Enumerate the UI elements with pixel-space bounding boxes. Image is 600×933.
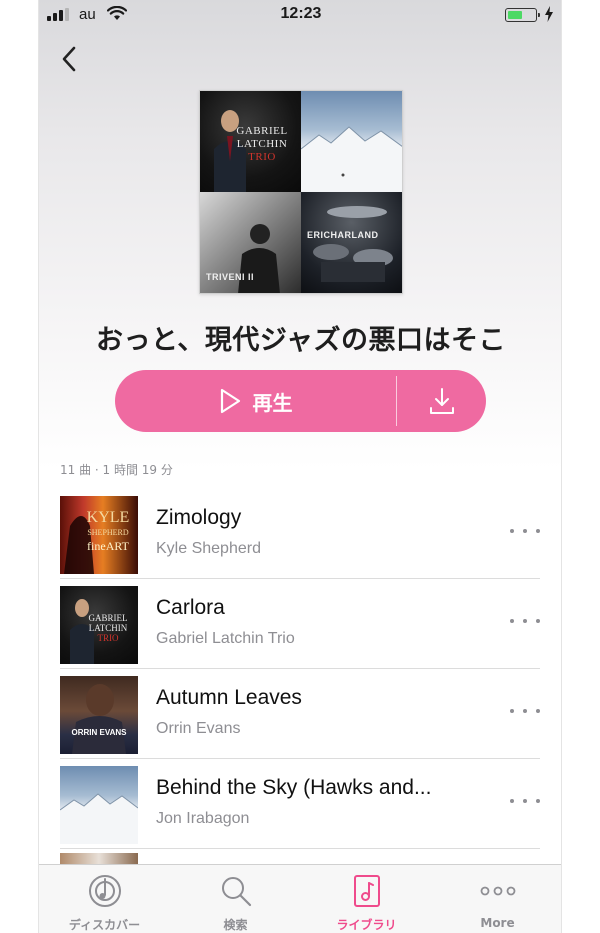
artwork-text: ERICHARLAND	[307, 230, 379, 240]
artwork-text: SHEPHERD	[87, 528, 129, 537]
track-artwork: KYLE SHEPHERD fineART	[60, 496, 138, 574]
library-icon	[353, 875, 380, 907]
track-artist: Orrin Evans	[156, 720, 241, 737]
tab-bar: ディスカバー 検索 ライブラリ More	[39, 864, 561, 933]
track-more-button[interactable]	[510, 611, 540, 631]
track-row[interactable]: ORRIN EVANS Autumn Leaves Orrin Evans	[39, 669, 561, 759]
play-icon	[220, 388, 240, 414]
artwork-text: GABRIEL	[88, 613, 128, 623]
artwork-text: LATCHIN	[236, 138, 288, 150]
more-icon	[480, 886, 515, 896]
tab-label: 検索	[223, 918, 248, 932]
artwork-tile: GABRIEL LATCHIN TRIO	[200, 91, 301, 192]
track-artist: Kyle Shepherd	[156, 540, 261, 557]
track-row[interactable]: GABRIEL LATCHIN TRIO Carlora Gabriel Lat…	[39, 579, 561, 669]
tab-label: ディスカバー	[68, 918, 141, 932]
track-artwork	[60, 766, 138, 844]
artwork-text: KYLE	[86, 509, 130, 526]
divider	[60, 848, 540, 849]
artwork-tile	[301, 91, 402, 192]
battery-icon	[505, 8, 540, 22]
artwork-text: ORRIN EVANS	[71, 728, 127, 737]
phone-screen: au 12:23 GABRIEL LATCHIN TRIO TRIVENI II…	[38, 0, 562, 933]
track-more-button[interactable]	[510, 791, 540, 811]
track-row[interactable]: KYLE SHEPHERD fineART Zimology Kyle Shep…	[39, 489, 561, 579]
track-title: Carlora	[156, 596, 225, 619]
back-button[interactable]	[55, 42, 85, 76]
battery-level	[508, 11, 522, 19]
track-title: Zimology	[156, 506, 242, 529]
artwork-tile: TRIVENI II	[200, 192, 301, 293]
playlist-meta: 11 曲 · 1 時間 19 分	[60, 463, 173, 477]
artwork-text: TRIVENI II	[206, 272, 255, 282]
track-more-button[interactable]	[510, 521, 540, 541]
tab-more[interactable]: More	[432, 865, 561, 933]
mountain-scene	[301, 126, 402, 192]
track-title: Behind the Sky (Hawks and...	[156, 776, 432, 799]
track-artwork: GABRIEL LATCHIN TRIO	[60, 586, 138, 664]
play-button-label: 再生	[252, 390, 293, 415]
play-button[interactable]: 再生	[115, 370, 396, 432]
playlist-actions: 再生	[115, 370, 486, 432]
track-more-button[interactable]	[510, 701, 540, 721]
tab-label: ライブラリ	[336, 918, 397, 932]
tab-search[interactable]: 検索	[170, 865, 301, 933]
drum-kit	[313, 206, 393, 282]
track-artwork: ORRIN EVANS	[60, 676, 138, 754]
track-artist: Gabriel Latchin Trio	[156, 630, 295, 647]
track-title: Autumn Leaves	[156, 686, 302, 709]
tab-label: More	[480, 916, 515, 930]
status-time: 12:23	[280, 5, 322, 22]
artwork-text: fineART	[87, 539, 129, 553]
search-icon	[221, 877, 251, 907]
artwork-text: TRIO	[97, 633, 119, 643]
track-row[interactable]: Behind the Sky (Hawks and... Jon Irabago…	[39, 759, 561, 849]
artwork-text: GABRIEL	[236, 125, 288, 137]
tab-discover[interactable]: ディスカバー	[39, 865, 170, 933]
download-button[interactable]	[397, 370, 486, 432]
track-list: KYLE SHEPHERD fineART Zimology Kyle Shep…	[39, 489, 561, 849]
discover-icon	[88, 875, 121, 907]
tab-library[interactable]: ライブラリ	[301, 865, 432, 933]
artwork-text: TRIO	[248, 151, 276, 163]
status-bar: au 12:23	[39, 0, 561, 30]
artwork-tile: ERICHARLAND	[301, 192, 402, 293]
playlist-artwork: GABRIEL LATCHIN TRIO TRIVENI II ERICHARL…	[199, 90, 403, 294]
track-artist: Jon Irabagon	[156, 810, 250, 827]
chevron-left-icon	[62, 46, 76, 72]
download-icon	[429, 388, 454, 414]
artwork-text: LATCHIN	[88, 623, 128, 633]
playlist-title: おっと、現代ジャズの悪口はそこ	[95, 325, 507, 356]
charging-icon	[545, 6, 553, 22]
